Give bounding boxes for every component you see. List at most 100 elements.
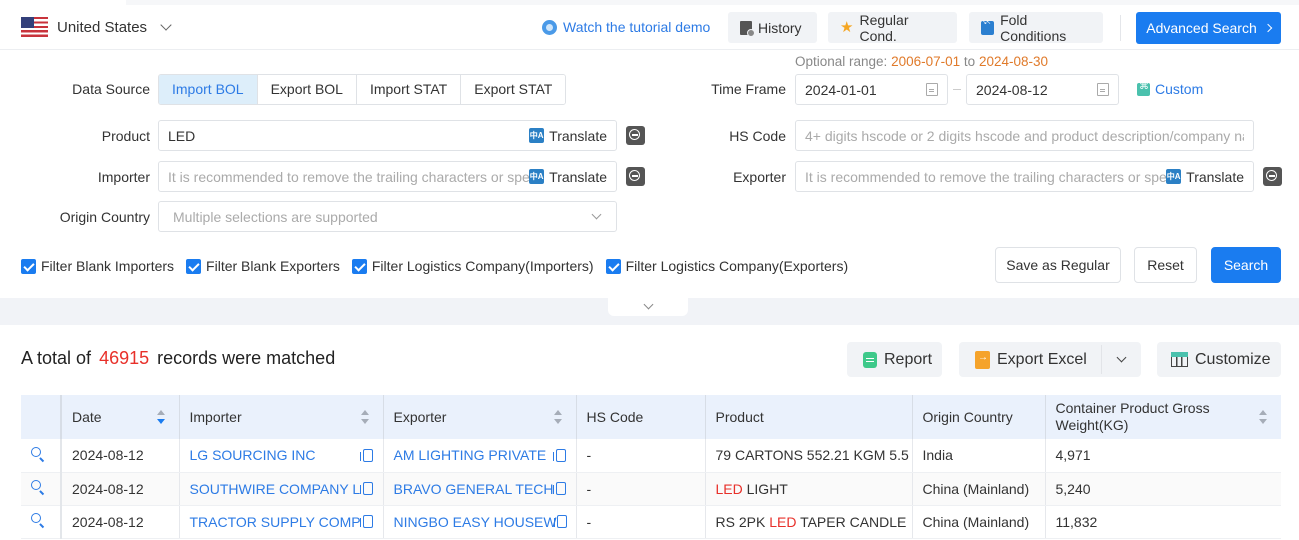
product-text: 79 CARTONS 552.21 KGM 5.5	[715, 447, 909, 464]
sort-icon[interactable]	[553, 410, 562, 424]
save-as-regular-button[interactable]: Save as Regular	[995, 247, 1121, 283]
product-value: LED	[168, 127, 196, 144]
col-weight-label: Container Product Gross Weight(KG)	[1055, 400, 1210, 433]
product-keyword-search-icon[interactable]	[626, 126, 645, 145]
filter-blank-exporters-checkbox[interactable]: Filter Blank Exporters	[186, 258, 340, 274]
filter-logistics-importers-checkbox[interactable]: Filter Logistics Company(Importers)	[351, 258, 594, 274]
copy-icon[interactable]	[552, 482, 566, 495]
date-cell: 2024-08-12	[61, 505, 180, 539]
exporter-link[interactable]: AM LIGHTING PRIVATE	[394, 447, 547, 463]
exporter-input[interactable]: It is recommended to remove the trailing…	[795, 161, 1254, 192]
report-label: Report	[884, 350, 933, 368]
product-cell: 79 CARTONS 552.21 KGM 5.5	[705, 439, 913, 473]
data-source-export-bol[interactable]: Export BOL	[257, 75, 357, 104]
exporter-translate-button[interactable]: 中A Translate	[1166, 169, 1244, 185]
chevron-down-icon	[160, 19, 172, 31]
importer-input[interactable]: It is recommended to remove the trailing…	[158, 161, 617, 192]
exporter-keyword-search-icon[interactable]	[1263, 167, 1282, 186]
weight-cell: 11,832	[1045, 505, 1281, 539]
col-product-label: Product	[715, 409, 764, 425]
view-detail-icon[interactable]	[31, 513, 45, 527]
col-origin-country: Origin Country	[912, 395, 1046, 439]
col-exporter[interactable]: Exporter	[383, 395, 577, 439]
history-icon	[740, 20, 755, 37]
export-options-dropdown[interactable]	[1102, 342, 1141, 377]
importer-link[interactable]: LG SOURCING INC	[190, 447, 316, 463]
advanced-search-button[interactable]: Advanced Search	[1136, 12, 1281, 44]
history-button[interactable]: History	[728, 12, 817, 43]
translate-icon: 中A	[1166, 169, 1182, 184]
importer-translate-button[interactable]: 中A Translate	[529, 169, 607, 185]
end-date-value: 2024-08-12	[976, 81, 1048, 98]
col-gross-weight[interactable]: Container Product Gross Weight(KG)	[1045, 395, 1281, 439]
fold-conditions-button[interactable]: Fold Conditions	[969, 12, 1103, 44]
expand-conditions-toggle[interactable]	[608, 298, 688, 316]
data-source-import-bol[interactable]: Import BOL	[159, 75, 258, 104]
search-button[interactable]: Search	[1211, 247, 1281, 283]
copy-icon[interactable]	[359, 448, 373, 462]
reset-button[interactable]: Reset	[1134, 247, 1197, 283]
view-detail-icon[interactable]	[31, 446, 45, 461]
end-date-input[interactable]: 2024-08-12	[966, 74, 1119, 105]
checkbox-checked-icon	[21, 258, 36, 274]
product-label: Product	[101, 128, 150, 144]
customize-button[interactable]: Customize	[1157, 342, 1281, 377]
translate-label: Translate	[1186, 168, 1244, 185]
col-date[interactable]: Date	[61, 395, 180, 439]
product-input[interactable]: LED 中A Translate	[158, 120, 617, 151]
weight-cell: 4,971	[1045, 439, 1281, 473]
regular-cond-button[interactable]: ★ Regular Cond.	[828, 12, 957, 44]
importer-link[interactable]: TRACTOR SUPPLY COMP	[190, 514, 361, 530]
product-translate-button[interactable]: 中A Translate	[529, 128, 607, 144]
optional-range-label: Optional range:	[795, 54, 888, 69]
data-source-segmented: Import BOL Export BOL Import STAT Export…	[158, 74, 567, 105]
customize-columns-icon	[1171, 352, 1188, 367]
origin-cell: China (Mainland)	[912, 472, 1046, 506]
sort-icon[interactable]	[360, 410, 369, 424]
sort-icon[interactable]	[1259, 410, 1267, 424]
hs-code-cell: -	[576, 505, 706, 539]
col-date-label: Date	[72, 409, 102, 425]
results-table: Date Importer Exporter HS Code Product O…	[21, 395, 1281, 539]
product-text: LIGHT	[742, 480, 788, 497]
importer-keyword-search-icon[interactable]	[626, 167, 645, 186]
us-flag-icon	[21, 17, 48, 37]
hs-code-cell: -	[576, 472, 706, 506]
report-button[interactable]: Report	[847, 342, 942, 377]
filter-logistics-exporters-checkbox[interactable]: Filter Logistics Company(Exporters)	[605, 258, 848, 274]
row-detail-cell	[21, 505, 62, 539]
filter-blank-importers-checkbox[interactable]: Filter Blank Importers	[21, 258, 174, 274]
origin-country-select[interactable]: Multiple selections are supported	[158, 201, 617, 232]
col-actions	[21, 395, 62, 439]
country-selector[interactable]: United States	[21, 17, 172, 37]
report-icon	[863, 351, 877, 368]
custom-date-button[interactable]: Custom	[1137, 81, 1203, 97]
star-icon: ★	[840, 19, 854, 36]
table-header-row: Date Importer Exporter HS Code Product O…	[21, 395, 1281, 439]
product-cell: LED LIGHT	[705, 472, 913, 506]
copy-icon[interactable]	[359, 482, 373, 495]
start-date-input[interactable]: 2024-01-01	[795, 74, 948, 105]
view-detail-icon[interactable]	[31, 480, 45, 494]
exporter-link[interactable]: BRAVO GENERAL TECH	[394, 481, 554, 497]
data-source-import-stat[interactable]: Import STAT	[356, 75, 462, 104]
translate-icon: 中A	[529, 169, 545, 184]
copy-icon[interactable]	[552, 448, 566, 462]
sort-icon[interactable]	[156, 410, 165, 424]
copy-icon[interactable]	[553, 515, 567, 528]
date-cell: 2024-08-12	[61, 439, 180, 473]
date-cell: 2024-08-12	[61, 472, 180, 506]
exporter-cell: NINGBO EASY HOUSEW	[383, 505, 577, 539]
exporter-placeholder: It is recommended to remove the trailing…	[805, 168, 1167, 185]
tutorial-link[interactable]: Watch the tutorial demo	[542, 19, 710, 35]
col-hs-code: HS Code	[576, 395, 706, 439]
exporter-link[interactable]: NINGBO EASY HOUSEW	[394, 514, 557, 530]
copy-icon[interactable]	[359, 515, 373, 528]
data-source-export-stat[interactable]: Export STAT	[461, 75, 566, 104]
hs-code-input[interactable]: 4+ digits hscode or 2 digits hscode and …	[795, 120, 1254, 151]
results-count-number: 46915	[99, 348, 150, 368]
importer-link[interactable]: SOUTHWIRE COMPANY L	[190, 481, 361, 497]
col-importer[interactable]: Importer	[179, 395, 384, 439]
custom-icon	[1137, 81, 1150, 96]
header-bar: United States Watch the tutorial demo Hi…	[0, 5, 1299, 50]
